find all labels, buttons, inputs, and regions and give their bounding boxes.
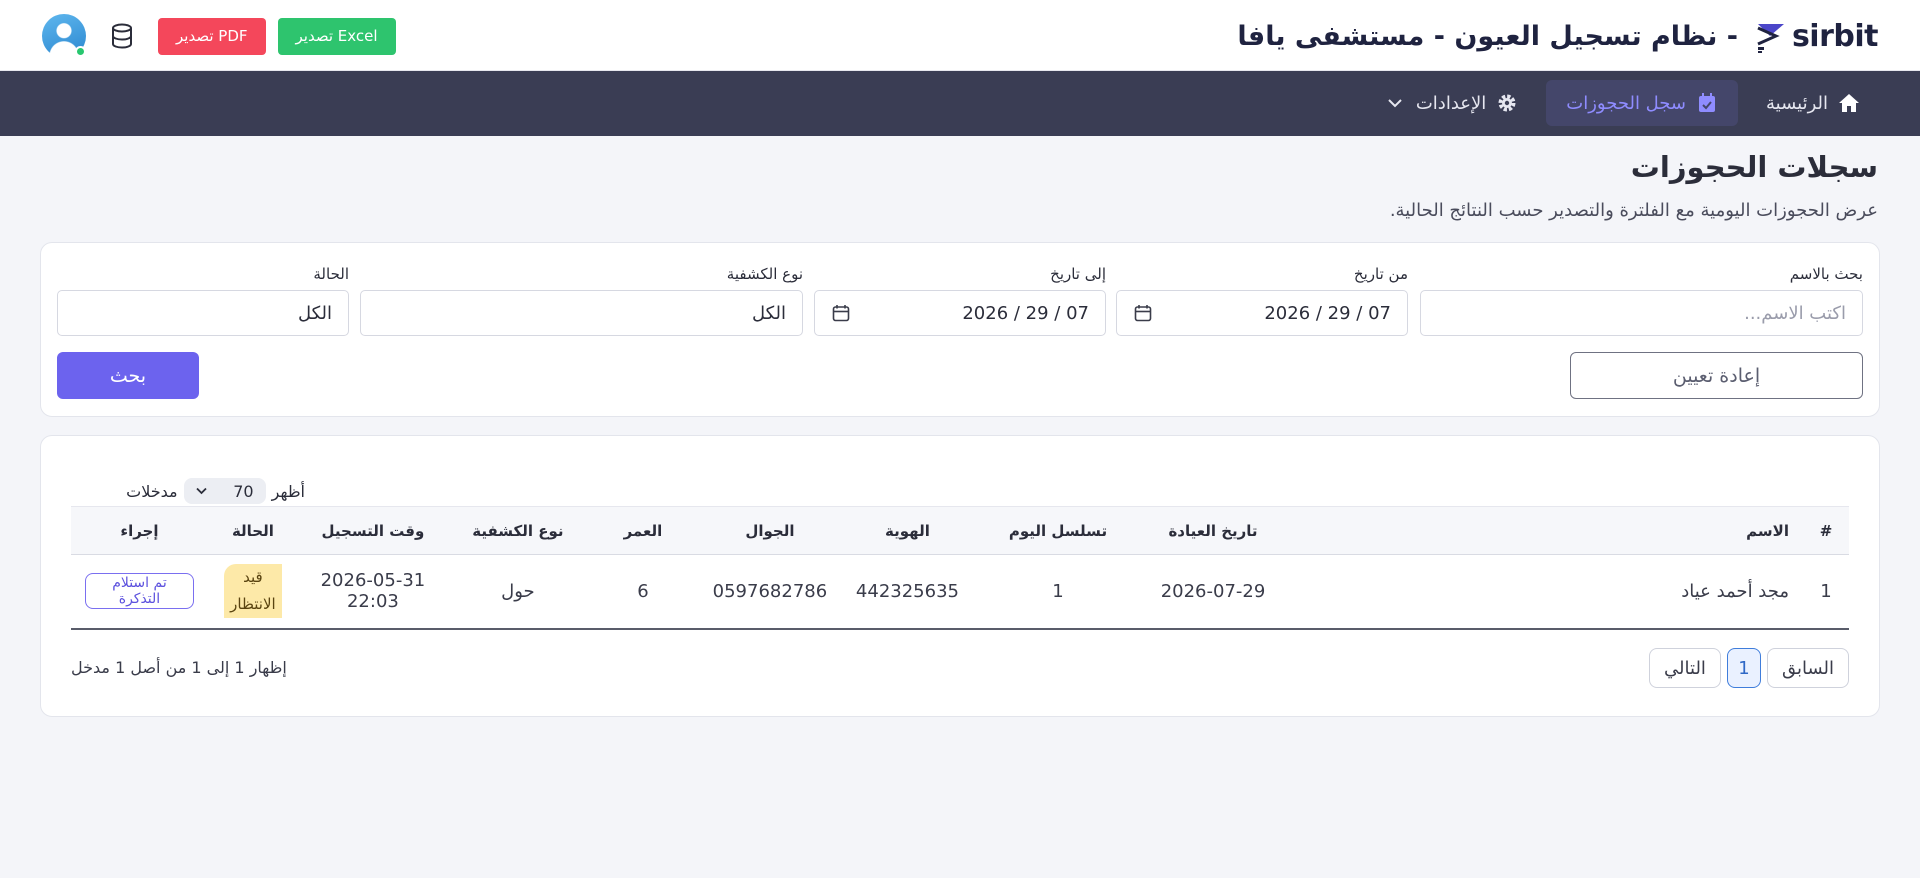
- row-status: قيد الانتظار: [208, 555, 298, 629]
- previous-page-button[interactable]: السابق: [1766, 648, 1849, 688]
- column-header-age[interactable]: العمر: [588, 507, 698, 555]
- column-header-name[interactable]: الاسم: [1283, 507, 1803, 555]
- from-date-filter: من تاريخ 07 / 29 / 2026: [1116, 265, 1408, 336]
- status-select[interactable]: الكل: [57, 290, 349, 336]
- entries-per-page-select[interactable]: 70: [183, 478, 266, 504]
- name-search-input[interactable]: اكتب الاسم...: [1420, 290, 1863, 336]
- gear-icon: [1496, 92, 1518, 114]
- results-card: أظهر 70 مدخلات # الاسم تاريخ العيادة تسل…: [40, 435, 1880, 717]
- name-search-placeholder: اكتب الاسم...: [1744, 302, 1846, 324]
- name-filter: بحث بالاسم اكتب الاسم...: [1420, 265, 1863, 336]
- page-title: سجلات الحجوزات: [1630, 150, 1878, 184]
- exam-type-label: نوع الكشفية: [726, 265, 803, 283]
- status-badge-line1: قيد: [243, 568, 263, 587]
- exam-type-value: الكل: [751, 302, 786, 324]
- status-filter-label: الحالة: [313, 265, 349, 283]
- row-registered-at: 2026-05-31 22:03: [320, 570, 426, 613]
- bookings-table: # الاسم تاريخ العيادة تسلسل اليوم الهوية…: [71, 506, 1849, 630]
- search-button[interactable]: بحث: [57, 352, 199, 399]
- pagination: السابق 1 التالي: [1649, 648, 1849, 688]
- nav-item-label: الإعدادات: [1415, 92, 1487, 114]
- column-header-number[interactable]: #: [1803, 507, 1849, 555]
- logo-text: sirbit: [1791, 18, 1879, 54]
- online-status-dot: [75, 46, 86, 57]
- main-navbar: الرئيسية سجل الحجوزات الإعدادات: [0, 71, 1920, 136]
- entries-length-control: أظهر 70 مدخلات: [126, 478, 305, 504]
- row-exam-type: حول: [501, 580, 535, 602]
- reset-button[interactable]: إعادة تعيين: [1570, 352, 1863, 399]
- nav-items: الرئيسية سجل الحجوزات الإعدادات: [1364, 80, 1880, 126]
- status-filter-value: الكل: [297, 302, 332, 324]
- nav-item-label: سجل الحجوزات: [1566, 92, 1686, 114]
- column-header-status[interactable]: الحالة: [208, 507, 298, 555]
- app-title: - نظام تسجيل العيون - مستشفى يافا: [1237, 20, 1738, 52]
- to-date-value: 07 / 29 / 2026: [962, 302, 1089, 324]
- row-id-number: 442325635: [855, 580, 959, 602]
- ticket-received-button[interactable]: تم استلام التذكرة: [85, 573, 194, 610]
- table-row: 1 مجد أحمد عياد 2026-07-29 1 442325635 0…: [71, 555, 1849, 629]
- filter-card: بحث بالاسم اكتب الاسم... من تاريخ 07 / 2…: [40, 242, 1880, 417]
- next-page-button[interactable]: التالي: [1649, 648, 1721, 688]
- export-pdf-button[interactable]: تصدير PDF: [158, 17, 266, 55]
- column-header-registered-at[interactable]: وقت التسجيل: [298, 507, 448, 555]
- from-date-input[interactable]: 07 / 29 / 2026: [1116, 290, 1408, 336]
- nav-item-settings[interactable]: الإعدادات: [1364, 80, 1538, 126]
- to-date-filter: إلى تاريخ 07 / 29 / 2026: [814, 265, 1106, 336]
- column-header-exam-type[interactable]: نوع الكشفية: [448, 507, 588, 555]
- to-date-input[interactable]: 07 / 29 / 2026: [814, 290, 1106, 336]
- row-day-sequence: 1: [1052, 580, 1064, 602]
- home-icon: [1838, 92, 1860, 114]
- show-label: أظهر: [271, 481, 305, 501]
- status-badge: قيد الانتظار: [224, 564, 282, 619]
- brand: sirbit - نظام تسجيل العيون - مستشفى يافا: [1237, 16, 1878, 56]
- status-badge-line2: الانتظار: [230, 595, 276, 614]
- logo-mark-icon: [1757, 24, 1784, 53]
- entries-per-page-value: 70: [233, 481, 254, 501]
- column-header-mobile[interactable]: الجوال: [698, 507, 842, 555]
- column-header-id-number[interactable]: الهوية: [842, 507, 973, 555]
- calendar-check-icon: [1696, 92, 1718, 114]
- nav-item-home[interactable]: الرئيسية: [1746, 80, 1880, 126]
- to-date-label: إلى تاريخ: [1050, 265, 1106, 283]
- row-name: مجد أحمد عياد: [1681, 580, 1789, 602]
- entries-label: مدخلات: [126, 481, 178, 501]
- top-header: sirbit - نظام تسجيل العيون - مستشفى يافا…: [0, 0, 1920, 71]
- from-date-value: 07 / 29 / 2026: [1264, 302, 1391, 324]
- logo[interactable]: sirbit: [1754, 18, 1879, 54]
- page-1-button[interactable]: 1: [1726, 648, 1761, 688]
- exam-type-select[interactable]: الكل: [360, 290, 803, 336]
- table-header-row: # الاسم تاريخ العيادة تسلسل اليوم الهوية…: [71, 506, 1849, 555]
- nav-item-bookings-log[interactable]: سجل الحجوزات: [1546, 80, 1738, 126]
- header-actions: تصدير PDF تصدير Excel: [42, 14, 396, 58]
- name-filter-label: بحث بالاسم: [1789, 265, 1863, 283]
- calendar-icon[interactable]: [1133, 303, 1153, 323]
- from-date-label: من تاريخ: [1353, 265, 1408, 283]
- chevron-down-icon: [1384, 92, 1406, 114]
- row-action: تم استلام التذكرة: [71, 555, 208, 629]
- exam-type-filter: نوع الكشفية الكل: [360, 265, 803, 336]
- row-mobile: 0597682786: [712, 580, 828, 602]
- column-header-day-sequence[interactable]: تسلسل اليوم: [973, 507, 1143, 555]
- avatar[interactable]: [42, 14, 86, 58]
- calendar-icon[interactable]: [831, 303, 851, 323]
- chevron-down-icon: [196, 485, 208, 497]
- row-number: 1: [1820, 580, 1832, 602]
- database-icon[interactable]: [108, 22, 136, 50]
- column-header-clinic-date[interactable]: تاريخ العيادة: [1143, 507, 1283, 555]
- row-clinic-date: 2026-07-29: [1160, 580, 1266, 602]
- column-header-action[interactable]: إجراء: [71, 507, 208, 555]
- status-filter: الحالة الكل: [57, 265, 349, 336]
- nav-item-label: الرئيسية: [1766, 92, 1828, 114]
- page-subtitle: عرض الحجوزات اليومية مع الفلترة والتصدير…: [1389, 200, 1878, 221]
- row-age: 6: [637, 580, 649, 602]
- table-info: إظهار 1 إلى 1 من أصل 1 مدخل: [71, 658, 287, 677]
- export-excel-button[interactable]: تصدير Excel: [277, 17, 396, 55]
